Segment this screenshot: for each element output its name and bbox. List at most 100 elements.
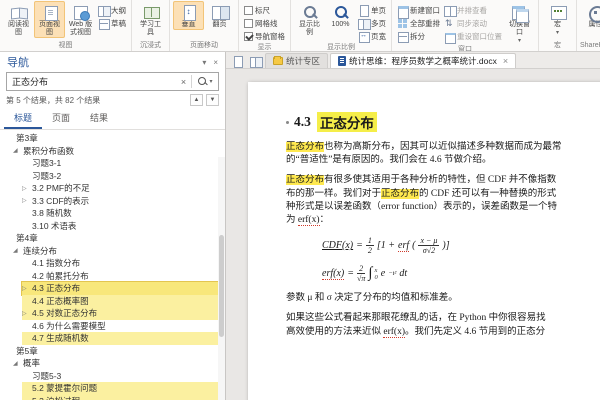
web-layout-button[interactable]: Web 版式视图 xyxy=(65,1,96,38)
ruler-checkbox[interactable]: 标尺 xyxy=(244,4,285,17)
group-label-macros: 宏 xyxy=(542,41,573,51)
multiple-pages-button[interactable]: 多页 xyxy=(358,17,386,30)
nav-item-label: 第5章 xyxy=(16,345,38,357)
doc-lines-top: 正态分布也称为高斯分布，因其可以近似描述多种数据而成为最常的“普适性”是有原因的… xyxy=(286,141,600,227)
reset-window-position-button[interactable]: 重设窗口位置 xyxy=(444,30,502,43)
nav-item-label: 4.5 对数正态分布 xyxy=(32,307,97,319)
draft-view-button[interactable]: 草稿 xyxy=(98,17,126,30)
nav-tree-item[interactable]: 5.3 泊松过程 xyxy=(0,395,225,400)
nav-item-label: 3.3 CDF的表示 xyxy=(32,195,89,207)
vertical-button[interactable]: 垂直 xyxy=(173,1,204,30)
collapse-icon[interactable]: ◢ xyxy=(13,247,23,254)
print-layout-label: 页面视图 xyxy=(36,21,63,37)
switch-windows-button[interactable]: 切换窗口 ▾ xyxy=(504,1,535,45)
next-result-button[interactable]: ▼ xyxy=(206,94,219,106)
expand-icon[interactable]: ▷ xyxy=(22,310,32,317)
new-document-icon xyxy=(232,56,243,67)
nav-tree-item[interactable]: ◢累积分布函数 xyxy=(0,145,225,158)
tab-results[interactable]: 结果 xyxy=(80,109,118,129)
nav-tree-item-inner: ▷3.3 CDF的表示 xyxy=(22,195,225,208)
synchronous-scrolling-button[interactable]: 同步滚动 xyxy=(444,17,502,30)
nav-tree-item[interactable]: 4.1 指数分布 xyxy=(0,257,225,270)
collapse-icon[interactable]: ◢ xyxy=(13,360,23,367)
close-tab-icon[interactable]: × xyxy=(503,56,508,66)
dropdown-caret-icon: ▾ xyxy=(556,29,559,36)
nav-tree-item[interactable]: ◢连续分布 xyxy=(0,245,225,258)
nav-tree-item[interactable]: ◢概率 xyxy=(0,357,225,370)
nav-tree-item[interactable]: ▷4.5 对数正态分布 xyxy=(0,307,225,320)
scrollbar-thumb[interactable] xyxy=(219,235,224,337)
learning-tools-button[interactable]: 学习工具 xyxy=(135,1,166,38)
nav-tree-item[interactable]: ▷3.2 PMF的不足 xyxy=(0,182,225,195)
nav-tree-item[interactable]: 3.10 术语表 xyxy=(0,220,225,233)
formula-close: )] xyxy=(442,240,449,251)
page-width-label: 页宽 xyxy=(371,31,386,42)
new-tab-button[interactable] xyxy=(229,54,245,68)
view-side-by-side-button[interactable]: 并排查看 xyxy=(444,4,502,17)
navigation-search-box[interactable]: × ▾ xyxy=(6,72,219,91)
nav-tree-item[interactable]: 习题3-2 xyxy=(0,170,225,183)
previous-result-button[interactable]: ▲ xyxy=(190,94,203,106)
tab-list-button[interactable] xyxy=(247,54,263,68)
collapse-icon[interactable]: ◢ xyxy=(13,147,23,154)
document-canvas[interactable]: 4.3 正态分布 正态分布也称为高斯分布，因其可以近似描述多种数据而成为最常的“… xyxy=(226,69,600,400)
e-token: e xyxy=(381,268,385,279)
nav-tree-item[interactable]: 第5章 xyxy=(0,345,225,358)
nav-tree-item[interactable]: 第3章 xyxy=(0,132,225,145)
tab-headings[interactable]: 标题 xyxy=(4,109,42,129)
nav-tree-item-inner: ▷4.5 对数正态分布 xyxy=(22,307,225,320)
print-layout-button[interactable]: 页面视图 xyxy=(34,1,65,38)
nav-tree-item[interactable]: ▷3.3 CDF的表示 xyxy=(0,195,225,208)
new-window-button[interactable]: 新建窗口 xyxy=(397,4,440,17)
search-input[interactable] xyxy=(12,77,176,87)
read-mode-button[interactable]: 阅读视图 xyxy=(3,1,34,38)
expand-icon[interactable]: ▷ xyxy=(22,197,32,204)
gridlines-checkbox[interactable]: 网格线 xyxy=(244,17,285,30)
macros-icon xyxy=(548,4,568,21)
nav-tree-item[interactable]: 5.2 蒙提霍尔问题 xyxy=(0,382,225,395)
document-tab-other[interactable]: 统计专区 xyxy=(265,53,328,68)
nav-tree-item[interactable]: 4.6 为什么需要模型 xyxy=(0,320,225,333)
integral-upper-limit: x xyxy=(374,267,377,274)
document-page[interactable]: 4.3 正态分布 正态分布也称为高斯分布，因其可以近似描述多种数据而成为最常的“… xyxy=(248,82,600,400)
pane-options-icon[interactable]: ▾ xyxy=(202,58,206,67)
formula-open: [1 + xyxy=(377,240,395,251)
search-options-button[interactable]: ▾ xyxy=(192,76,218,87)
document-tab-active[interactable]: 统计思维：程序员数学之概率统计.docx × xyxy=(330,53,516,68)
page-width-button[interactable]: 页宽 xyxy=(358,30,386,43)
nav-tree-item[interactable]: 习题3-1 xyxy=(0,157,225,170)
doc-line: 高效使用的方法来近似 erf(x)。我们先定义 4.6 节用到的正态分 xyxy=(286,326,600,339)
expand-icon[interactable]: ▷ xyxy=(22,285,32,292)
ruler-label: 标尺 xyxy=(255,5,270,16)
reset-window-position-label: 重设窗口位置 xyxy=(457,31,502,42)
nav-tree-item[interactable]: ▷4.3 正态分布 xyxy=(0,282,225,295)
one-page-button[interactable]: 单页 xyxy=(358,4,386,17)
nav-tree-item[interactable]: 习题5-3 xyxy=(0,370,225,383)
split-button[interactable]: 拆分 xyxy=(397,30,440,43)
outline-view-button[interactable]: 大纲 xyxy=(98,4,126,17)
documents-icon xyxy=(250,56,261,67)
side-to-side-button[interactable]: 翻页 xyxy=(204,1,235,30)
arrange-all-button[interactable]: 全部重排 xyxy=(397,17,440,30)
tab-pages[interactable]: 页面 xyxy=(42,109,80,129)
macros-button[interactable]: 宏 ▾ xyxy=(542,1,573,37)
expand-icon[interactable]: ▷ xyxy=(22,185,32,192)
nav-tree-item[interactable]: 3.8 随机数 xyxy=(0,207,225,220)
nav-tree-item[interactable]: 4.4 正态概率图 xyxy=(0,295,225,308)
nav-tree-item[interactable]: 第4章 xyxy=(0,232,225,245)
folder-icon xyxy=(273,57,283,65)
close-pane-icon[interactable]: × xyxy=(213,58,218,67)
doc-line: 正态分布也称为高斯分布，因其可以近似描述多种数据而成为最常 xyxy=(286,141,600,154)
navigation-scrollbar[interactable] xyxy=(218,157,225,400)
properties-button[interactable]: 属性 xyxy=(580,1,600,30)
nav-tree-item[interactable]: 4.7 生成随机数 xyxy=(0,332,225,345)
zoom-100-button[interactable]: 100% xyxy=(325,1,356,30)
outline-view-icon xyxy=(98,5,109,16)
nav-tree-item[interactable]: 4.2 帕累托分布 xyxy=(0,270,225,283)
zoom-button[interactable]: 显示比例 xyxy=(294,1,325,38)
doc-text: erf(x) xyxy=(298,215,320,226)
nav-item-label: 习题3-1 xyxy=(32,157,61,169)
cdf-formula: CDF(x) = 1 2 [1 + erf ( x − μ σ√2 xyxy=(322,236,600,255)
clear-search-icon[interactable]: × xyxy=(176,77,191,87)
navigation-pane-checkbox[interactable]: 导航窗格 xyxy=(244,30,285,43)
